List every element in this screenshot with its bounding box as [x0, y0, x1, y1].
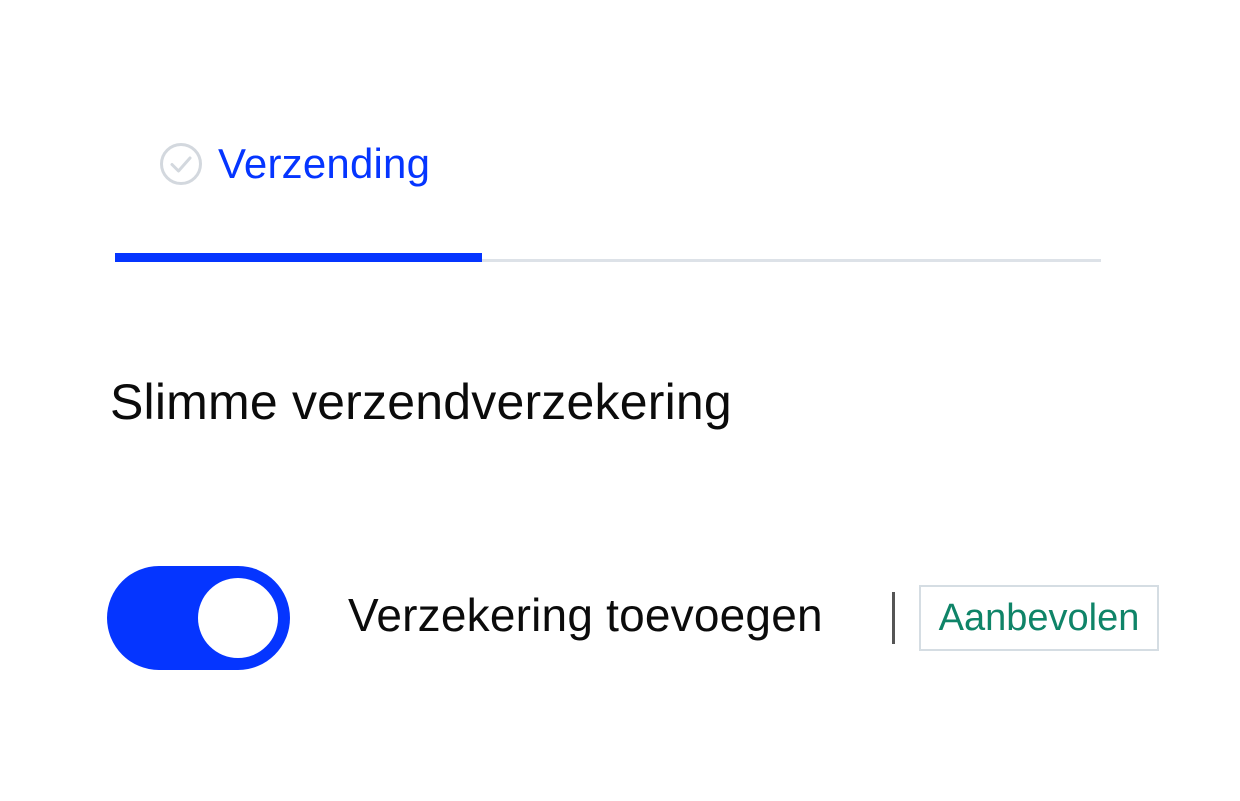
- divider: [892, 592, 895, 644]
- recommended-badge: Aanbevolen: [919, 585, 1159, 651]
- toggle-knob: [198, 578, 278, 658]
- step-label: Verzending: [218, 140, 431, 187]
- progress-fill: [115, 253, 482, 262]
- check-circle-icon: [160, 143, 202, 185]
- insurance-option-label: Verzekering toevoegen: [348, 589, 823, 641]
- insurance-toggle[interactable]: [107, 566, 290, 670]
- step-tab-verzending[interactable]: Verzending: [158, 136, 430, 192]
- section-title: Slimme verzendverzekering: [110, 374, 732, 430]
